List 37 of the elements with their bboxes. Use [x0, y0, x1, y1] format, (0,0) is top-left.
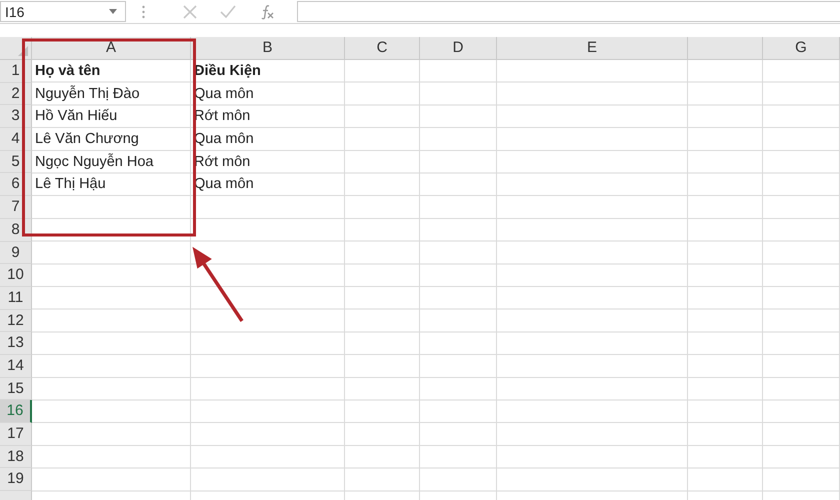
row-header[interactable]: 7: [0, 196, 32, 219]
column-header[interactable]: G: [763, 37, 840, 59]
column-header[interactable]: D: [420, 37, 497, 59]
row-header[interactable]: 17: [0, 423, 32, 446]
caret-icon[interactable]: [109, 9, 117, 14]
row-header[interactable]: 19: [0, 468, 32, 492]
table-cell: Họ và tên: [35, 63, 100, 79]
table-cell: Nguyễn Thị Đào: [35, 86, 140, 102]
corner-triangle-icon: [18, 46, 28, 56]
row-header[interactable]: 14: [0, 354, 32, 378]
table-cell: Lê Thị Hậu: [35, 176, 106, 192]
row-header[interactable]: 3: [0, 105, 32, 128]
table-cell: Lê Văn Chương: [35, 131, 139, 148]
row-header[interactable]: 15: [0, 378, 32, 400]
row-header[interactable]: 18: [0, 446, 32, 468]
column-header[interactable]: C: [345, 37, 420, 59]
name-box[interactable]: I16: [0, 1, 126, 22]
column-header[interactable]: E: [497, 37, 688, 59]
row-header[interactable]: 6: [0, 173, 32, 196]
row-header[interactable]: 9: [0, 242, 32, 264]
cell-reference: I16: [5, 4, 24, 20]
formula-input[interactable]: [297, 1, 840, 22]
row-header[interactable]: 12: [0, 310, 32, 332]
row-header[interactable]: 16: [0, 400, 32, 423]
function-icon[interactable]: [259, 4, 276, 20]
cancel-icon[interactable]: [182, 4, 197, 18]
row-header[interactable]: 4: [0, 128, 32, 151]
table-cell: Hồ Văn Hiếu: [35, 108, 118, 124]
column-header[interactable]: A: [32, 37, 191, 59]
grip-icon: [142, 4, 145, 18]
row-header[interactable]: 1: [0, 60, 32, 83]
row-header[interactable]: 11: [0, 286, 32, 310]
check-icon[interactable]: [220, 5, 236, 18]
column-header[interactable]: B: [191, 37, 345, 59]
row-header[interactable]: 13: [0, 332, 32, 355]
row-header[interactable]: 10: [0, 264, 32, 287]
table-cell: Ngọc Nguyễn Hoa: [35, 154, 154, 170]
